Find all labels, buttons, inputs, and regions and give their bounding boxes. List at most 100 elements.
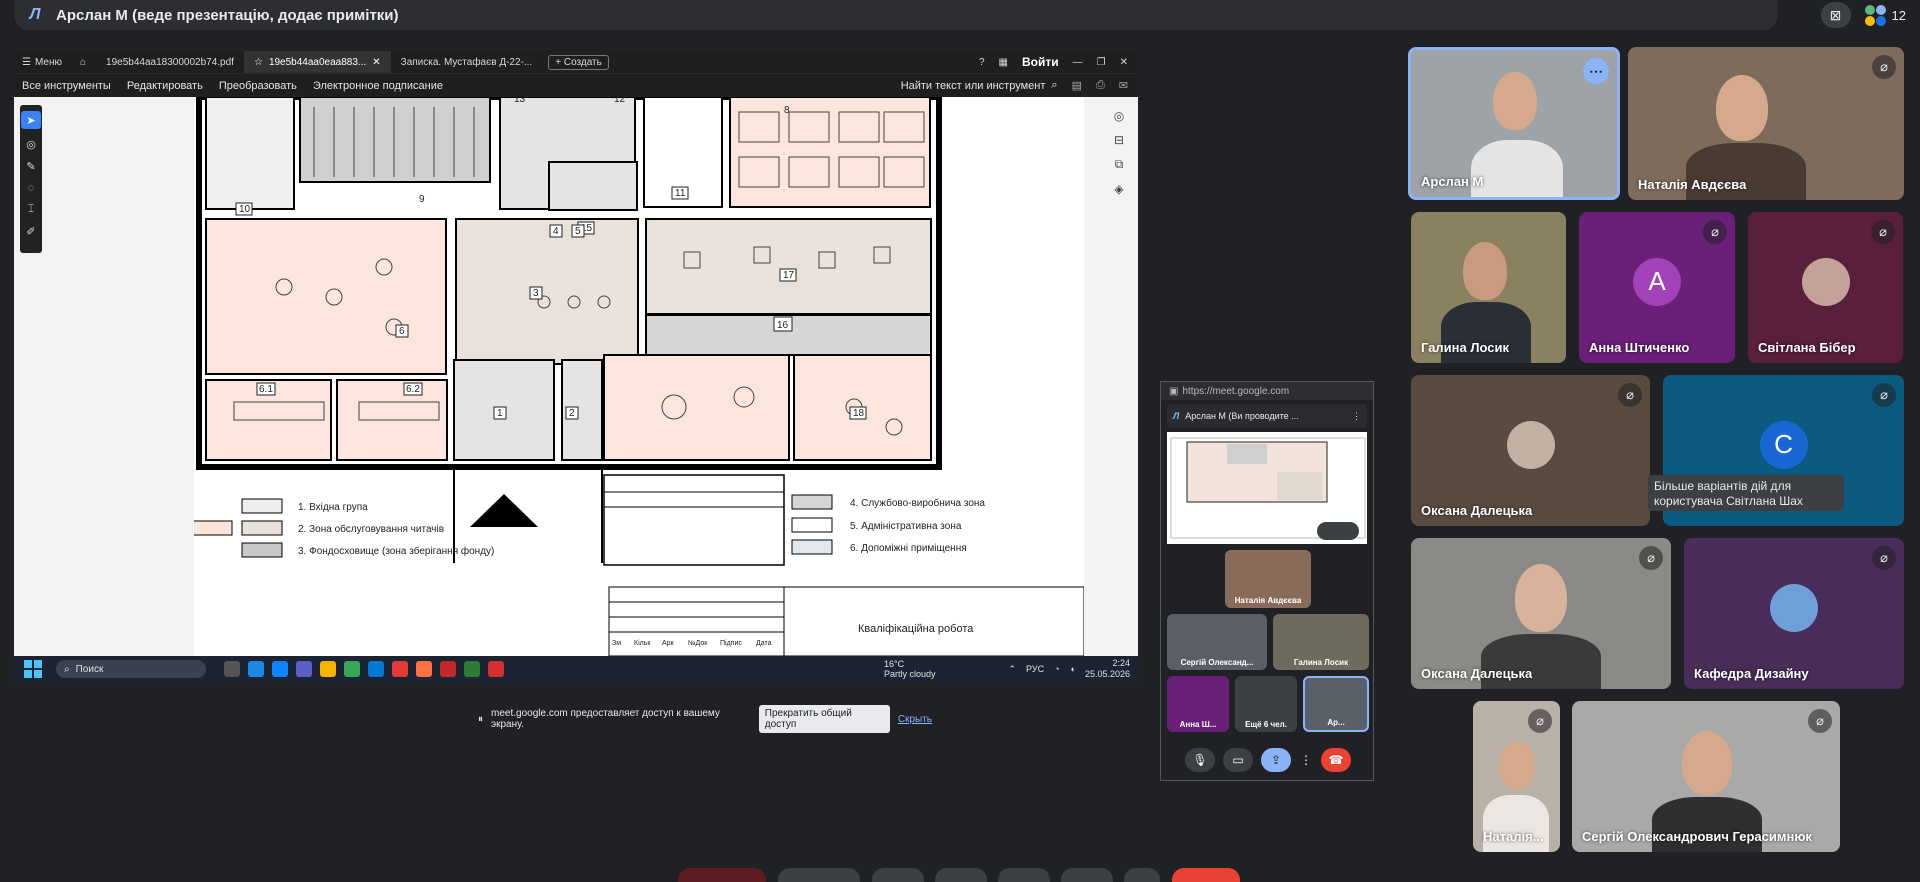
participant-tile[interactable]: A ⌀ Анна Штиченко [1579,212,1735,363]
presentation-banner: Л Арслан М (веде презентацію, додає прим… [14,0,1778,30]
end-call-icon[interactable]: ☎ [1321,748,1351,772]
tab-pdf-1[interactable]: 19e5b44aa18300002b74.pdf [96,51,244,73]
mic-button[interactable] [778,868,860,882]
room-label: 11 [675,188,686,199]
taskbar-search[interactable]: ⌕ Поиск [56,660,206,678]
mail-icon[interactable]: ✉ [1119,79,1128,92]
pip-tile[interactable]: Анна Ш... [1167,676,1229,732]
explorer-icon[interactable] [320,661,336,677]
participant-tile[interactable]: ⌀ Кафедра Дизайну [1684,538,1904,689]
pen-icon[interactable]: ✎ [26,160,35,173]
stop-pip-button[interactable]: ⊠ [1820,2,1851,28]
app-icon[interactable] [464,661,480,677]
wifi-icon[interactable]: ◔ [1054,664,1059,674]
mic-off-icon: ⌀ [1808,709,1832,733]
participant-tile[interactable]: ⌀ Світлана Бібер [1748,212,1903,363]
acrobat-menu[interactable]: ☰ Меню [14,57,70,68]
pip-off-icon: ⊠ [1829,6,1842,23]
pip-tile[interactable]: Ар... [1303,676,1369,732]
present-icon[interactable]: ⇪ [1261,748,1291,772]
save-icon[interactable]: ▤ [1072,79,1082,92]
caption-button[interactable] [678,868,766,882]
legend-item: 2. Зона обслуговування читачів [298,523,444,535]
mic-icon[interactable]: 🎙 [1185,748,1215,772]
room-label: 12 [614,97,626,105]
bookmarks-panel-icon[interactable]: ⊟ [1114,133,1124,147]
more-button[interactable] [1124,868,1160,882]
opera-gx-icon[interactable] [440,661,456,677]
participant-tile[interactable]: ⌀ Наталія Авдєєва [1628,47,1904,200]
new-tab-button[interactable]: + Создать [548,54,609,70]
minimize-icon[interactable]: — [1073,57,1083,68]
participant-tile[interactable]: ⌀ Сергій Олександрович Герасимнюк [1572,701,1840,852]
sign-in-button[interactable]: Войти [1022,55,1059,69]
pip-url-bar: ▣ https://meet.google.com [1161,382,1373,400]
participant-tile[interactable]: ⌀ Наталія... [1473,701,1560,852]
layers-panel-icon[interactable]: ◈ [1114,182,1123,196]
pip-tile[interactable]: Наталія Авдєєва [1225,550,1311,608]
comments-panel-icon[interactable]: ◎ [1114,109,1124,123]
maximize-icon[interactable]: ❐ [1097,57,1106,68]
more-icon[interactable]: ⋮ [1299,748,1313,772]
stamp-icon[interactable]: ✐ [26,225,35,238]
camera-button[interactable] [872,868,924,882]
lasso-icon[interactable]: ◌ [28,182,35,194]
opera-icon[interactable] [392,661,408,677]
reactions-button[interactable] [998,868,1050,882]
leave-call-button[interactable] [1172,868,1240,882]
apps-icon[interactable]: ▦ [999,57,1008,68]
tab-pdf-2[interactable]: ☆ 19e5b44aa0eaa883... ✕ [243,51,391,73]
help-icon[interactable]: ? [979,57,985,68]
camera-icon[interactable]: ▭ [1223,748,1253,772]
edit-tool[interactable]: Редактировать [119,80,211,92]
find-field[interactable]: Найти текст или инструмент ⌕ [901,79,1058,92]
start-icon[interactable] [24,660,42,678]
tab-pdf-3[interactable]: Записка. Мустафаєв Д-22-... [391,51,543,73]
print-icon[interactable]: ⎙ [1096,79,1105,92]
hide-button[interactable]: Скрыть [898,714,932,725]
pip-tile[interactable]: Галина Лосик [1273,614,1369,670]
volume-icon[interactable]: ◖ [1070,664,1075,674]
acrobat-icon[interactable] [488,661,504,677]
pip-tile[interactable]: Ещё 6 чел. [1235,676,1297,732]
clock[interactable]: 2:24 25.05.2026 [1085,658,1130,680]
share-button[interactable] [935,868,987,882]
legend-item: 3. Фондосховище (зона зберігання фонду) [298,545,494,557]
text-select-icon[interactable]: ⌶ [28,203,35,216]
home-tab[interactable]: ⌂ [70,51,96,73]
store-icon[interactable] [368,661,384,677]
copilot-icon[interactable] [272,661,288,677]
comment-icon[interactable]: ◎ [26,138,36,151]
task-view-icon[interactable] [224,661,240,677]
participant-tile[interactable]: ⋯ Арслан М [1408,47,1620,200]
lang-indicator[interactable]: РУС [1026,664,1044,674]
people-button[interactable]: 12 [1864,4,1906,26]
raise-hand-button[interactable] [1061,868,1113,882]
firefox-icon[interactable] [416,661,432,677]
more-options-icon[interactable]: ⋯ [1583,58,1609,84]
pip-tile[interactable]: Сергій Олександ... [1167,614,1267,670]
all-tools[interactable]: Все инструменты [14,80,119,92]
select-icon[interactable]: ➤ [21,111,41,129]
room-label: 16 [777,320,789,331]
close-icon[interactable]: ✕ [372,57,380,68]
pip-header-text: Арслан М (Ви проводите ... [1185,411,1299,421]
chrome-icon[interactable] [344,661,360,677]
esign-tool[interactable]: Электронное подписание [305,80,451,92]
participant-tile[interactable]: Галина Лосик [1411,212,1566,363]
window-close-icon[interactable]: ✕ [1120,57,1128,68]
room-label: 8 [784,105,790,116]
floor-plan-drawing: 10 9 13 12 11 15 8 4 5 3 17 16 6 6.1 6.2… [191,94,1085,657]
convert-tool[interactable]: Преобразовать [211,80,305,92]
more-vert-icon[interactable]: ⋮ [1352,411,1361,422]
stop-sharing-button[interactable]: Прекратить общий доступ [758,705,890,733]
participant-tile[interactable]: ⌀ Оксана Далецька [1411,538,1671,689]
pip-tile-name: Галина Лосик [1293,658,1349,667]
pages-panel-icon[interactable]: ⧉ [1115,157,1124,172]
teams-icon[interactable] [296,661,312,677]
room-label: 5 [575,226,581,237]
weather-widget[interactable]: 16°C Partly cloudy [884,659,936,679]
chevron-up-icon[interactable]: ⌃ [1009,664,1017,675]
edge-icon[interactable] [248,661,264,677]
participant-tile[interactable]: ⌀ Оксана Далецька [1411,375,1650,526]
